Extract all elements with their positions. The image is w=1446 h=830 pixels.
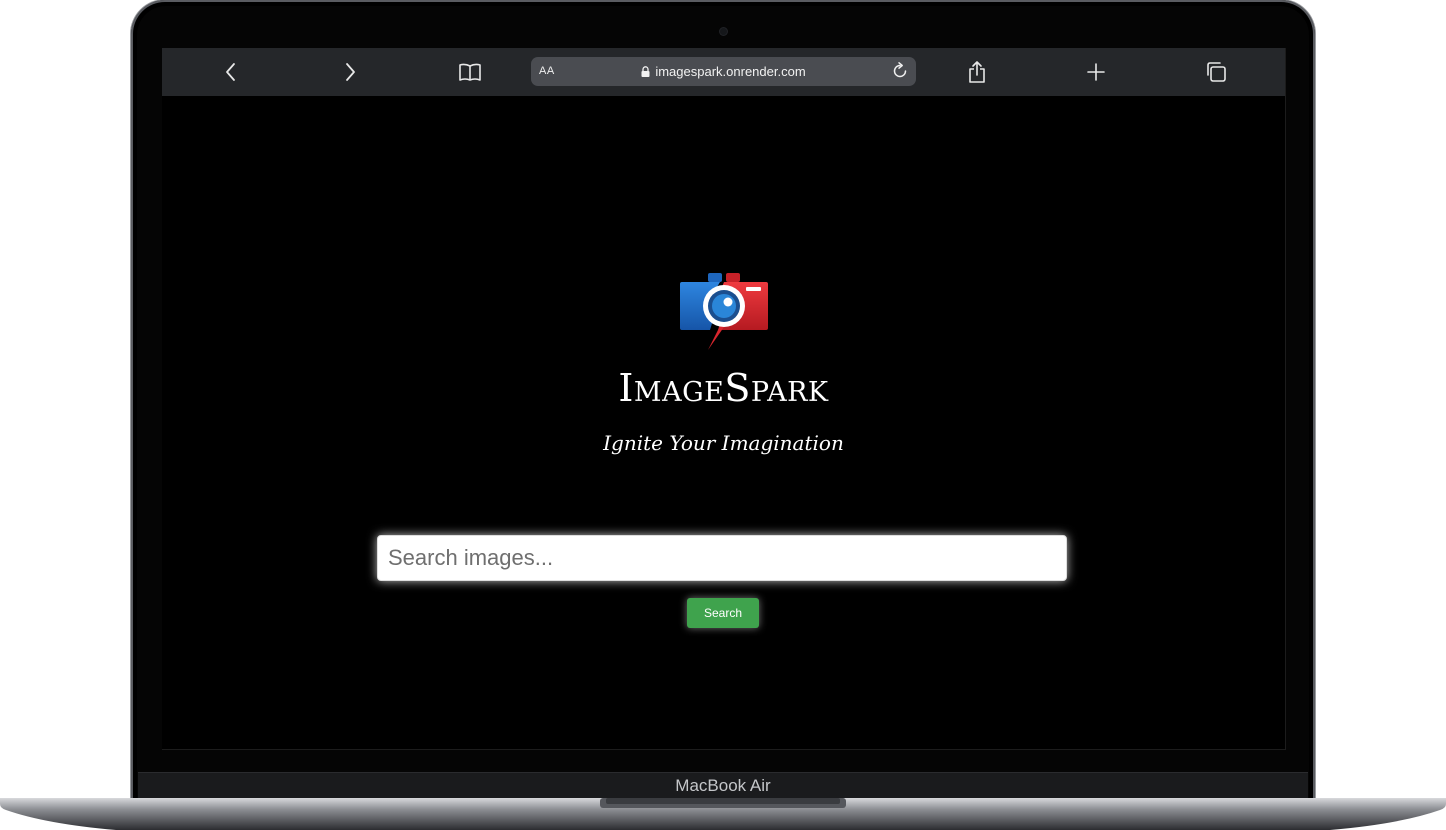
tagline: Ignite Your Imagination [603, 431, 844, 455]
search-button[interactable]: Search [687, 598, 759, 628]
share-icon[interactable] [965, 60, 989, 84]
reload-icon[interactable] [890, 61, 910, 86]
laptop-screen: AA imagespark.onrender.com ImageSpark Ig… [162, 48, 1286, 750]
model-label: MacBook Air [675, 776, 771, 795]
camera-icon [720, 28, 727, 35]
browser-toolbar: AA imagespark.onrender.com [162, 48, 1285, 96]
url-text: imagespark.onrender.com [655, 64, 806, 79]
search-input[interactable] [377, 535, 1067, 581]
new-tab-icon[interactable] [1084, 60, 1108, 84]
tabs-icon[interactable] [1204, 60, 1228, 84]
address-bar[interactable]: AA imagespark.onrender.com [531, 57, 916, 86]
lock-icon [641, 65, 650, 80]
laptop-mockup: AA imagespark.onrender.com ImageSpark Ig… [0, 0, 1446, 830]
web-page: ImageSpark Ignite Your Imagination Searc… [162, 96, 1285, 749]
forward-icon[interactable] [338, 60, 362, 84]
brand-title: ImageSpark [618, 366, 829, 410]
laptop-base [0, 798, 1446, 830]
url-display: imagespark.onrender.com [531, 64, 916, 80]
bookmarks-icon[interactable] [458, 60, 482, 84]
back-icon[interactable] [219, 60, 243, 84]
camera-logo-icon [678, 270, 770, 357]
